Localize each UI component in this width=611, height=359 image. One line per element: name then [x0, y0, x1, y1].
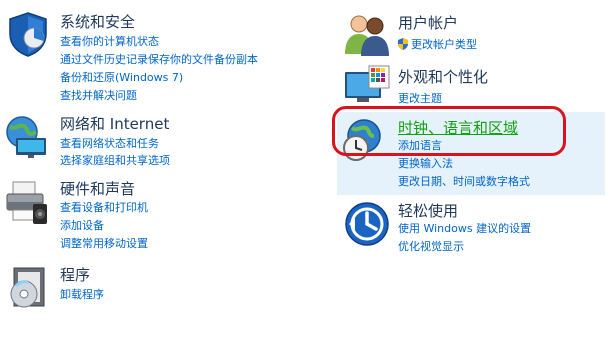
- clock-globe-icon[interactable]: [340, 116, 388, 164]
- network-globe-icon[interactable]: [2, 112, 50, 160]
- add-language-link[interactable]: 添加语言: [398, 139, 442, 153]
- add-device-link[interactable]: 添加设备: [60, 219, 104, 233]
- ease-of-access-title[interactable]: 轻松使用: [398, 202, 458, 220]
- uninstall-program-link[interactable]: 卸载程序: [60, 288, 104, 302]
- network-internet-title[interactable]: 网络和 Internet: [60, 115, 169, 133]
- ease-of-access-icon[interactable]: [343, 200, 391, 248]
- recommended-settings-link[interactable]: 使用 Windows 建议的设置: [398, 222, 531, 236]
- homegroup-sharing-link[interactable]: 选择家庭组和共享选项: [60, 154, 170, 168]
- change-account-type-link[interactable]: 更改帐户类型: [398, 38, 477, 52]
- system-security-title[interactable]: 系统和安全: [60, 13, 135, 31]
- clock-language-region-title[interactable]: 时钟、语言和区域: [398, 119, 518, 137]
- programs-title[interactable]: 程序: [60, 266, 90, 284]
- change-theme-link[interactable]: 更改主题: [398, 92, 442, 106]
- appearance-title[interactable]: 外观和个性化: [398, 68, 488, 86]
- printer-icon[interactable]: [3, 178, 51, 226]
- change-input-method-link[interactable]: 更换输入法: [398, 157, 453, 171]
- file-history-backup-link[interactable]: 通过文件历史记录保存你的文件备份副本: [60, 53, 258, 67]
- uac-shield-icon: [398, 38, 408, 50]
- troubleshoot-link[interactable]: 查找并解决问题: [60, 89, 137, 103]
- network-status-link[interactable]: 查看网络状态和任务: [60, 137, 159, 151]
- shield-icon[interactable]: [4, 10, 52, 58]
- backup-restore-link[interactable]: 备份和还原(Windows 7): [60, 71, 183, 85]
- change-date-time-format-link[interactable]: 更改日期、时间或数字格式: [398, 175, 530, 189]
- mobility-settings-link[interactable]: 调整常用移动设置: [60, 237, 148, 251]
- users-icon[interactable]: [343, 10, 391, 58]
- appearance-monitor-icon[interactable]: [343, 64, 391, 112]
- hardware-sound-title[interactable]: 硬件和声音: [60, 180, 135, 198]
- user-accounts-title[interactable]: 用户帐户: [398, 14, 458, 32]
- programs-disc-icon[interactable]: [6, 264, 54, 312]
- view-computer-status-link[interactable]: 查看你的计算机状态: [60, 35, 159, 49]
- change-account-type-label: 更改帐户类型: [411, 38, 477, 51]
- optimize-visual-display-link[interactable]: 优化视觉显示: [398, 240, 464, 254]
- devices-printers-link[interactable]: 查看设备和打印机: [60, 201, 148, 215]
